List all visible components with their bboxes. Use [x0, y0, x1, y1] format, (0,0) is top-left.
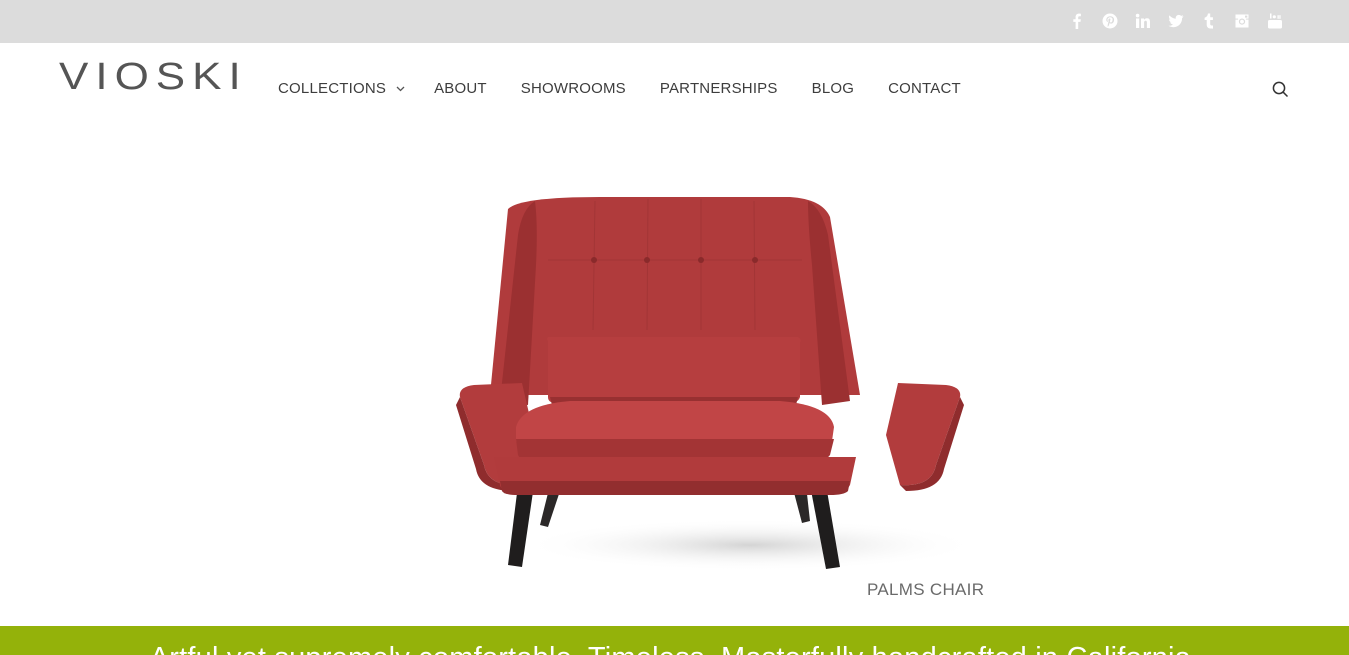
nav-item-collections[interactable]: COLLECTIONS	[278, 79, 405, 99]
search-icon[interactable]	[1272, 81, 1290, 99]
site-header: VIOSKI COLLECTIONS ABOUT SHOWROOMS PARTN…	[0, 43, 1349, 135]
nav-item-label: SHOWROOMS	[520, 80, 626, 97]
nav-item-label: BLOG	[811, 80, 855, 97]
tagline-band: Artful yet supremely comfortable. Timele…	[0, 626, 1349, 655]
top-bar	[0, 0, 1349, 43]
youtube-icon[interactable]	[1258, 11, 1291, 31]
brand-logo[interactable]: VIOSKI	[59, 58, 248, 96]
twitter-icon[interactable]	[1159, 11, 1192, 31]
main-nav: COLLECTIONS ABOUT SHOWROOMS PARTNERSHIPS…	[278, 79, 995, 99]
facebook-icon[interactable]	[1060, 11, 1093, 31]
linkedin-icon[interactable]	[1126, 11, 1159, 31]
nav-item-about[interactable]: ABOUT	[434, 79, 487, 99]
nav-item-blog[interactable]: BLOG	[812, 79, 854, 99]
product-caption: PALMS CHAIR	[867, 580, 985, 599]
instagram-icon[interactable]	[1225, 11, 1258, 31]
social-links	[1060, 11, 1291, 31]
tagline-text: Artful yet supremely comfortable. Timele…	[0, 642, 1349, 655]
pinterest-icon[interactable]	[1093, 11, 1126, 31]
nav-item-label: ABOUT	[434, 80, 487, 97]
nav-item-label: COLLECTIONS	[278, 80, 387, 97]
nav-item-label: CONTACT	[888, 80, 961, 97]
nav-item-label: PARTNERSHIPS	[659, 80, 778, 97]
tumblr-icon[interactable]	[1192, 11, 1225, 31]
nav-item-contact[interactable]: CONTACT	[888, 79, 961, 99]
nav-item-showrooms[interactable]: SHOWROOMS	[521, 79, 626, 99]
hero-product-image[interactable]	[430, 165, 990, 585]
chevron-down-icon	[396, 85, 405, 94]
nav-item-partnerships[interactable]: PARTNERSHIPS	[660, 79, 778, 99]
chair-illustration	[456, 197, 980, 571]
